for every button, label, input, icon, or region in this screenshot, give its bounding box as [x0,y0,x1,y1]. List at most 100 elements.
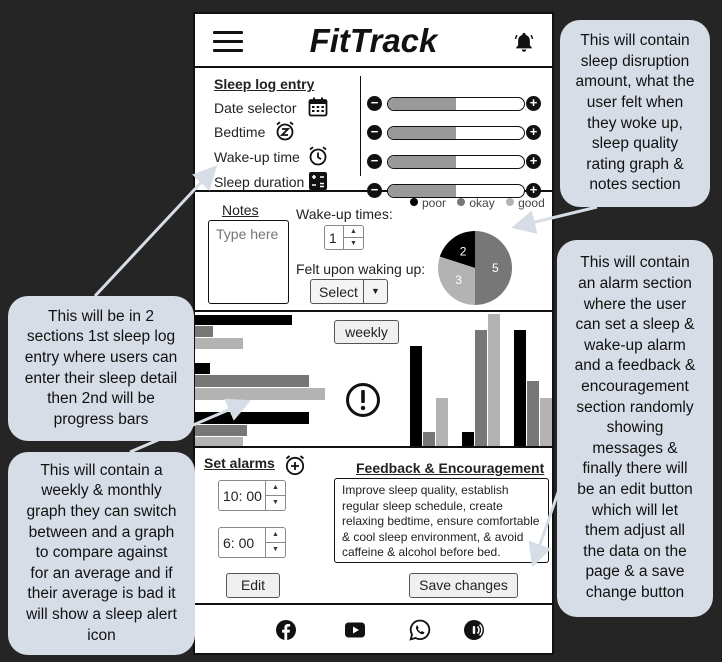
stepper-up-icon[interactable]: ▲ [344,226,363,238]
annotation-line: to compare against [35,544,168,562]
annotation-line: notes section [589,176,681,194]
calendar-icon[interactable] [308,97,328,117]
annotation-line: weekly & monthly [41,482,162,500]
stepper-up-icon[interactable]: ▲ [266,528,285,543]
youtube-icon[interactable] [344,619,366,641]
vbar [527,381,539,446]
vbar [410,346,422,446]
annotation-line: they woke up, [587,114,683,132]
sleep-alarm-time-input[interactable]: 10: 00 ▲ ▼ [218,480,286,511]
annotation-line: rating graph & [586,155,684,173]
phone-mockup: FitTrack Sleep log entry Date selector B… [193,12,554,655]
feedback-message: Improve sleep quality, establish regular… [334,478,549,563]
app-header: FitTrack [195,14,552,68]
plus-icon[interactable]: + [526,96,541,111]
annotation-line: where the user [583,295,687,313]
legend-poor: poor [422,196,447,210]
weekly-monthly-toggle-button[interactable]: weekly [334,320,399,344]
sleep-graph-section: weekly [195,314,552,448]
annotation-line: change button [585,583,685,601]
stepper-down-icon[interactable]: ▼ [344,238,363,250]
annotation-line: amount, what the [575,73,695,91]
stepper-down-icon[interactable]: ▼ [266,496,285,511]
vbar [462,432,474,446]
annotation-line: which will let [591,501,679,519]
annotation-line: sleep disruption [580,52,690,70]
whatsapp-icon[interactable] [409,619,431,641]
snooze-icon[interactable] [275,121,295,141]
annotation-line: messages & [592,439,678,457]
legend-okay: okay [469,196,495,210]
progress-fill [388,156,456,168]
sleep-duration-label: Sleep duration [214,174,305,190]
felt-label: Felt upon waking up: [296,261,426,277]
pie-slice-label: 2 [460,245,467,259]
add-alarm-icon[interactable] [284,454,306,476]
bell-icon[interactable] [513,30,535,54]
annotation-line: showing [606,419,664,437]
facebook-icon[interactable] [275,619,297,641]
set-alarms-label: Set alarms [204,455,275,471]
legend-dot-good [506,198,515,206]
annotation-line: sleep quality [591,135,679,153]
annotation-line: entry where users can [24,348,178,366]
progress-fill [388,98,456,110]
wakeup-times-value: 1 [329,230,337,246]
wakeup-times-stepper[interactable]: 1 ▲ ▼ [324,225,364,250]
sleep-log-section: Sleep log entry Date selector Bedtime Wa… [195,70,552,198]
sleep-alert-icon [346,383,380,417]
annotation-line: for an average and if [30,564,173,582]
chevron-down-icon[interactable]: ▼ [363,280,387,303]
alarm-feedback-section: Set alarms 10: 00 ▲ ▼ 6: 00 ▲ ▼ Feedback &… [195,450,552,605]
progress-track [387,155,525,169]
minus-icon[interactable]: − [367,125,382,140]
annotation-line: This will contain a [40,461,163,479]
pie-slice-label: 3 [455,273,462,287]
sleep-alarm-time-value: 10: 00 [223,488,262,504]
podcast-icon[interactable] [463,619,485,641]
annotation-line: then 2nd will be [47,390,155,408]
annotation-left-bottom: This will contain a weekly & monthly gra… [8,452,195,655]
felt-select[interactable]: Select ▼ [310,279,388,304]
calculator-icon[interactable] [308,171,328,191]
plus-icon[interactable]: + [526,125,541,140]
annotation-line: can set a sleep & [575,316,695,334]
sleep-log-title: Sleep log entry [214,76,315,92]
feedback-label: Feedback & Encouragement [356,460,545,476]
minus-icon[interactable]: − [367,154,382,169]
vbar [436,398,448,446]
edit-button[interactable]: Edit [226,573,280,598]
annotation-line: page & a save [585,563,685,581]
annotation-line: between and a graph [28,523,175,541]
progress-bar-2[interactable]: − + [367,124,542,142]
stepper-up-icon[interactable]: ▲ [266,481,285,496]
date-selector-label: Date selector [214,100,297,116]
annotation-line: section randomly [576,398,694,416]
progress-bar-1[interactable]: − + [367,95,542,113]
plus-icon[interactable]: + [526,154,541,169]
progress-bar-3[interactable]: − + [367,153,542,171]
progress-track [387,97,525,111]
social-footer [195,607,552,653]
app-title: FitTrack [309,22,438,59]
stepper-down-icon[interactable]: ▼ [266,543,285,558]
rating-legend: poor okay good [402,196,545,210]
annotation-line: wake-up alarm [584,336,686,354]
annotation-line: be an edit button [577,480,693,498]
sleep-detail-section: Notes Wake-up times: 1 ▲▼ Felt upon waki… [195,194,552,312]
save-changes-button[interactable]: Save changes [409,573,518,598]
vbar [540,398,552,446]
minus-icon[interactable]: − [367,96,382,111]
progress-fill [388,127,456,139]
notes-input[interactable] [208,220,289,304]
annotation-line: enter their sleep detail [24,369,178,387]
felt-select-value: Select [319,284,358,300]
vbar [475,330,487,446]
annotation-line: an alarm section [578,275,692,293]
wakeup-alarm-time-input[interactable]: 6: 00 ▲ ▼ [218,527,286,558]
annotation-line: them adjust all [585,522,685,540]
legend-good: good [518,196,545,210]
alarm-clock-icon[interactable] [308,146,328,166]
annotation-top-right: This will contain sleep disruption amoun… [560,20,710,207]
progress-track [387,126,525,140]
